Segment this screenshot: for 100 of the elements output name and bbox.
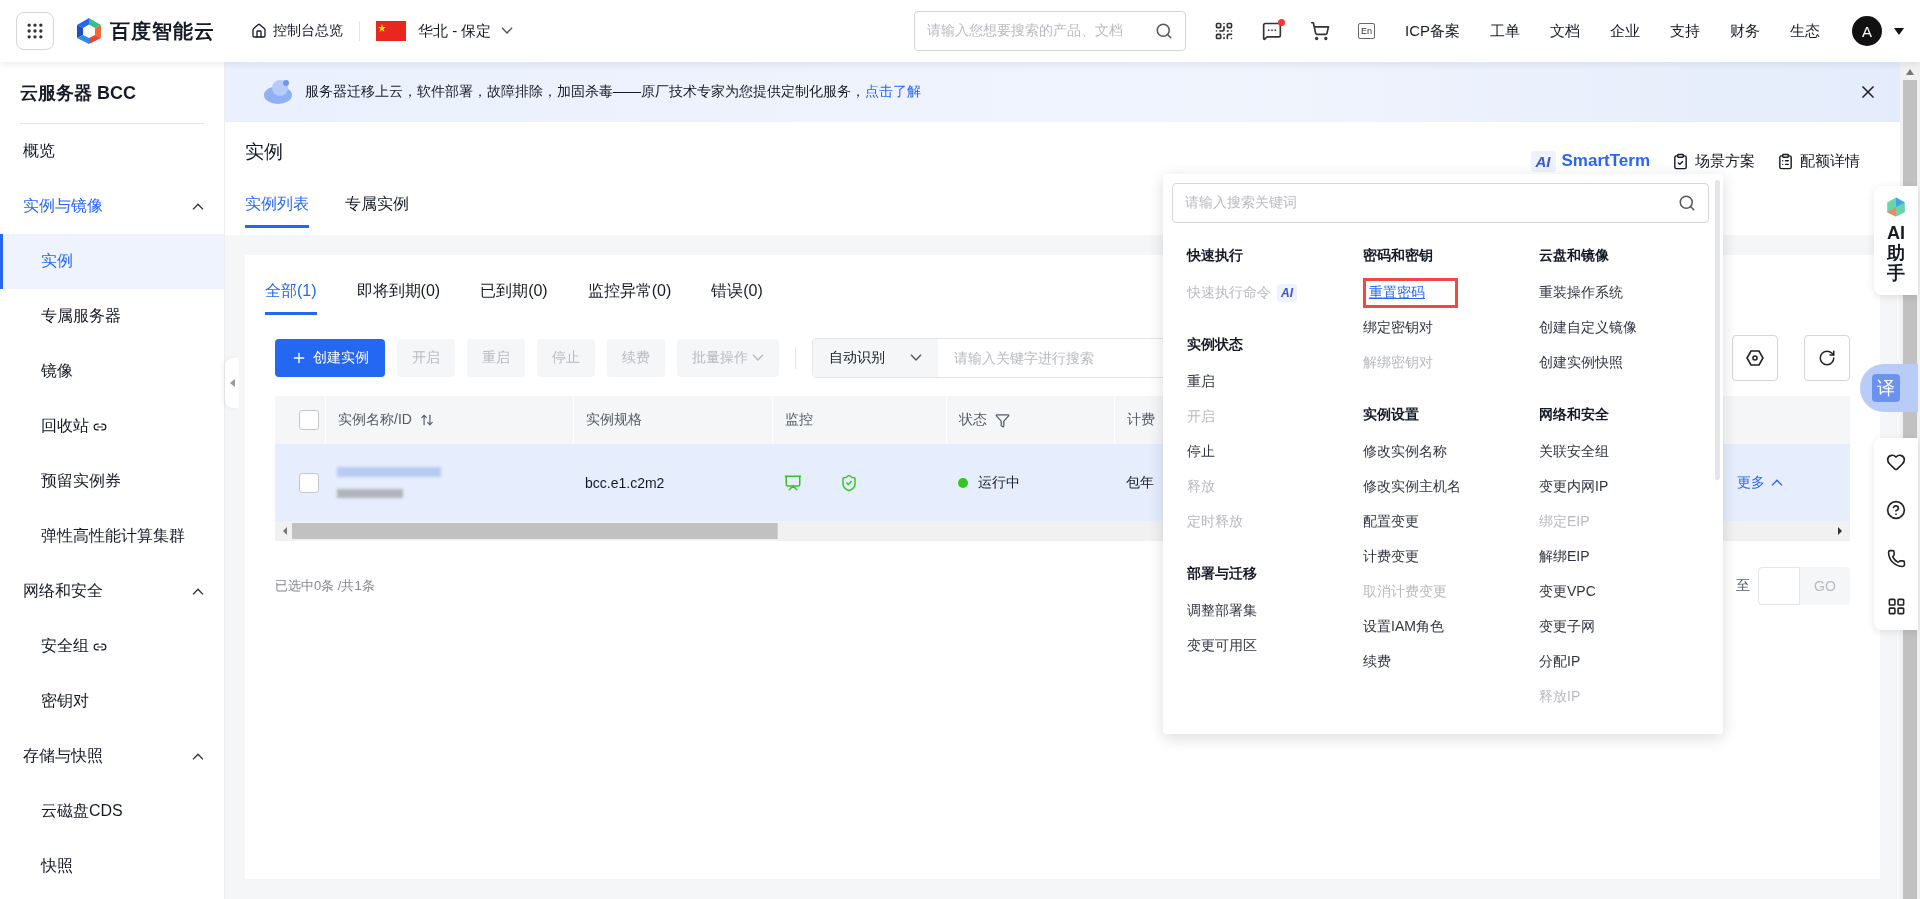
- smartterm-link[interactable]: SmartTerm: [1561, 151, 1650, 171]
- nav-link[interactable]: 生态: [1790, 21, 1820, 41]
- menu-item[interactable]: 变更可用区: [1187, 628, 1363, 663]
- menu-item[interactable]: 调整部署集: [1187, 593, 1363, 628]
- menu-item[interactable]: 续费: [1363, 644, 1539, 679]
- region-selector[interactable]: 华北 - 保定: [418, 21, 514, 41]
- caret-icon[interactable]: [1894, 27, 1904, 35]
- page-tab[interactable]: 专属实例: [345, 194, 409, 228]
- menu-group-title: 部署与迁移: [1187, 564, 1258, 583]
- sidebar-item[interactable]: 快照: [0, 839, 224, 894]
- filter-icon[interactable]: [995, 412, 1010, 428]
- settings-button[interactable]: [1732, 335, 1778, 381]
- nav-link[interactable]: 企业: [1610, 21, 1640, 41]
- filter-tab[interactable]: 全部(1): [265, 281, 317, 315]
- sidebar-item[interactable]: 云磁盘CDS: [0, 784, 224, 839]
- menu-item[interactable]: 变更内网IP: [1539, 469, 1709, 504]
- header-action-link[interactable]: 场景方案: [1672, 151, 1755, 171]
- header-action-link[interactable]: 配额详情: [1777, 151, 1860, 171]
- list-icon: [1777, 152, 1794, 170]
- menu-group-title: 实例设置: [1363, 405, 1420, 424]
- qr-code-icon[interactable]: [1213, 21, 1234, 41]
- sidebar-item[interactable]: 弹性高性能计算集群: [0, 509, 224, 564]
- sidebar-item[interactable]: 预留实例券: [0, 454, 224, 509]
- search-icon: [1678, 194, 1696, 212]
- table-cell: bcc.e1.c2m2: [585, 474, 665, 491]
- menu-item[interactable]: 绑定密钥对: [1363, 310, 1539, 345]
- menu-scrollbar[interactable]: [1715, 180, 1720, 480]
- refresh-icon: [1818, 349, 1836, 367]
- sidebar-item[interactable]: 回收站: [0, 399, 224, 454]
- menu-item[interactable]: 分配IP: [1539, 644, 1709, 679]
- sidebar-item[interactable]: 专属服务器: [0, 289, 224, 344]
- nav-link[interactable]: ICP备案: [1405, 21, 1460, 41]
- sidebar-item[interactable]: 概览: [0, 124, 224, 179]
- console-link[interactable]: 控制台总览: [251, 22, 343, 40]
- app-menu-button[interactable]: [16, 12, 54, 50]
- menu-item[interactable]: 重置密码: [1363, 275, 1539, 310]
- menu-item[interactable]: 修改实例名称: [1363, 434, 1539, 469]
- language-button[interactable]: En: [1357, 23, 1375, 39]
- chevron-down-icon: [752, 354, 764, 362]
- filter-tab[interactable]: 已到期(0): [480, 281, 548, 315]
- menu-item[interactable]: 变更子网: [1539, 609, 1709, 644]
- select-all-checkbox[interactable]: [299, 410, 319, 430]
- menu-item[interactable]: 解绑EIP: [1539, 539, 1709, 574]
- brand-name: 百度智能云: [110, 18, 215, 44]
- sidebar-item[interactable]: 密钥对: [0, 674, 224, 729]
- create-instance-button[interactable]: 创建实例: [275, 339, 385, 377]
- menu-item[interactable]: 设置IAM角色: [1363, 609, 1539, 644]
- banner-link[interactable]: 点击了解: [865, 83, 921, 99]
- row-checkbox[interactable]: [299, 472, 319, 493]
- grid-dots-icon: [25, 21, 45, 41]
- shield-check-icon[interactable]: [840, 473, 858, 492]
- sort-icon[interactable]: [419, 413, 434, 427]
- menu-item[interactable]: 修改实例主机名: [1363, 469, 1539, 504]
- refresh-button[interactable]: [1804, 335, 1850, 381]
- sidebar-item[interactable]: 实例: [0, 234, 224, 289]
- menu-item[interactable]: 计费变更: [1363, 539, 1539, 574]
- menu-item[interactable]: 停止: [1187, 434, 1363, 469]
- logo-icon: [74, 16, 104, 46]
- page-tab[interactable]: 实例列表: [245, 194, 309, 228]
- table-cell: 包年: [1126, 473, 1154, 492]
- plus-icon: [291, 350, 307, 366]
- message-icon[interactable]: [1261, 21, 1282, 41]
- cloud-icon: [261, 77, 295, 107]
- sidebar-item[interactable]: 实例与镜像: [0, 179, 224, 234]
- nav-link[interactable]: 财务: [1730, 21, 1760, 41]
- cart-icon[interactable]: [1309, 21, 1330, 41]
- menu-group-title: 快速执行: [1187, 246, 1244, 265]
- menu-item[interactable]: 创建自定义镜像: [1539, 310, 1709, 345]
- column-header: 实例规格: [586, 411, 642, 429]
- filter-tab[interactable]: 错误(0): [711, 281, 763, 315]
- filter-tab[interactable]: 监控异常(0): [587, 281, 672, 315]
- menu-group-title: 网络和安全: [1539, 405, 1610, 424]
- filter-tab[interactable]: 即将到期(0): [356, 281, 441, 315]
- home-icon: [251, 23, 267, 39]
- sidebar-item[interactable]: 镜像: [0, 344, 224, 399]
- menu-item[interactable]: 重装操作系统: [1539, 275, 1709, 310]
- column-header: 实例名称/ID: [338, 411, 412, 429]
- nav-link[interactable]: 支持: [1670, 21, 1700, 41]
- menu-item[interactable]: 配置变更: [1363, 504, 1539, 539]
- chevron-down-icon: [501, 27, 514, 35]
- scroll-up-arrow-icon: [1905, 68, 1915, 76]
- menu-group-title: 云盘和镜像: [1539, 246, 1610, 265]
- chevron-up-icon: [192, 752, 204, 761]
- sidebar-item[interactable]: 安全组: [0, 619, 224, 674]
- triangle-left-icon: [229, 379, 235, 387]
- user-avatar[interactable]: A: [1852, 16, 1882, 46]
- search-icon: [1154, 22, 1173, 40]
- ai-assistant-button[interactable]: AI助手: [1874, 186, 1918, 296]
- page-number-field[interactable]: [1758, 567, 1800, 605]
- hexagon-settings-icon: [1745, 348, 1765, 368]
- more-link[interactable]: 更多: [1737, 473, 1783, 492]
- menu-item[interactable]: 变更VPC: [1539, 574, 1709, 609]
- column-header: 计费: [1127, 411, 1155, 429]
- menu-item[interactable]: 关联安全组: [1539, 434, 1709, 469]
- nav-link[interactable]: 文档: [1550, 21, 1580, 41]
- sidebar-item[interactable]: 存储与快照: [0, 729, 224, 784]
- sidebar-item[interactable]: 网络和安全: [0, 564, 224, 619]
- nav-link[interactable]: 工单: [1490, 21, 1520, 41]
- checklist-icon: [1672, 152, 1689, 170]
- collapse-handle[interactable]: [225, 358, 239, 408]
